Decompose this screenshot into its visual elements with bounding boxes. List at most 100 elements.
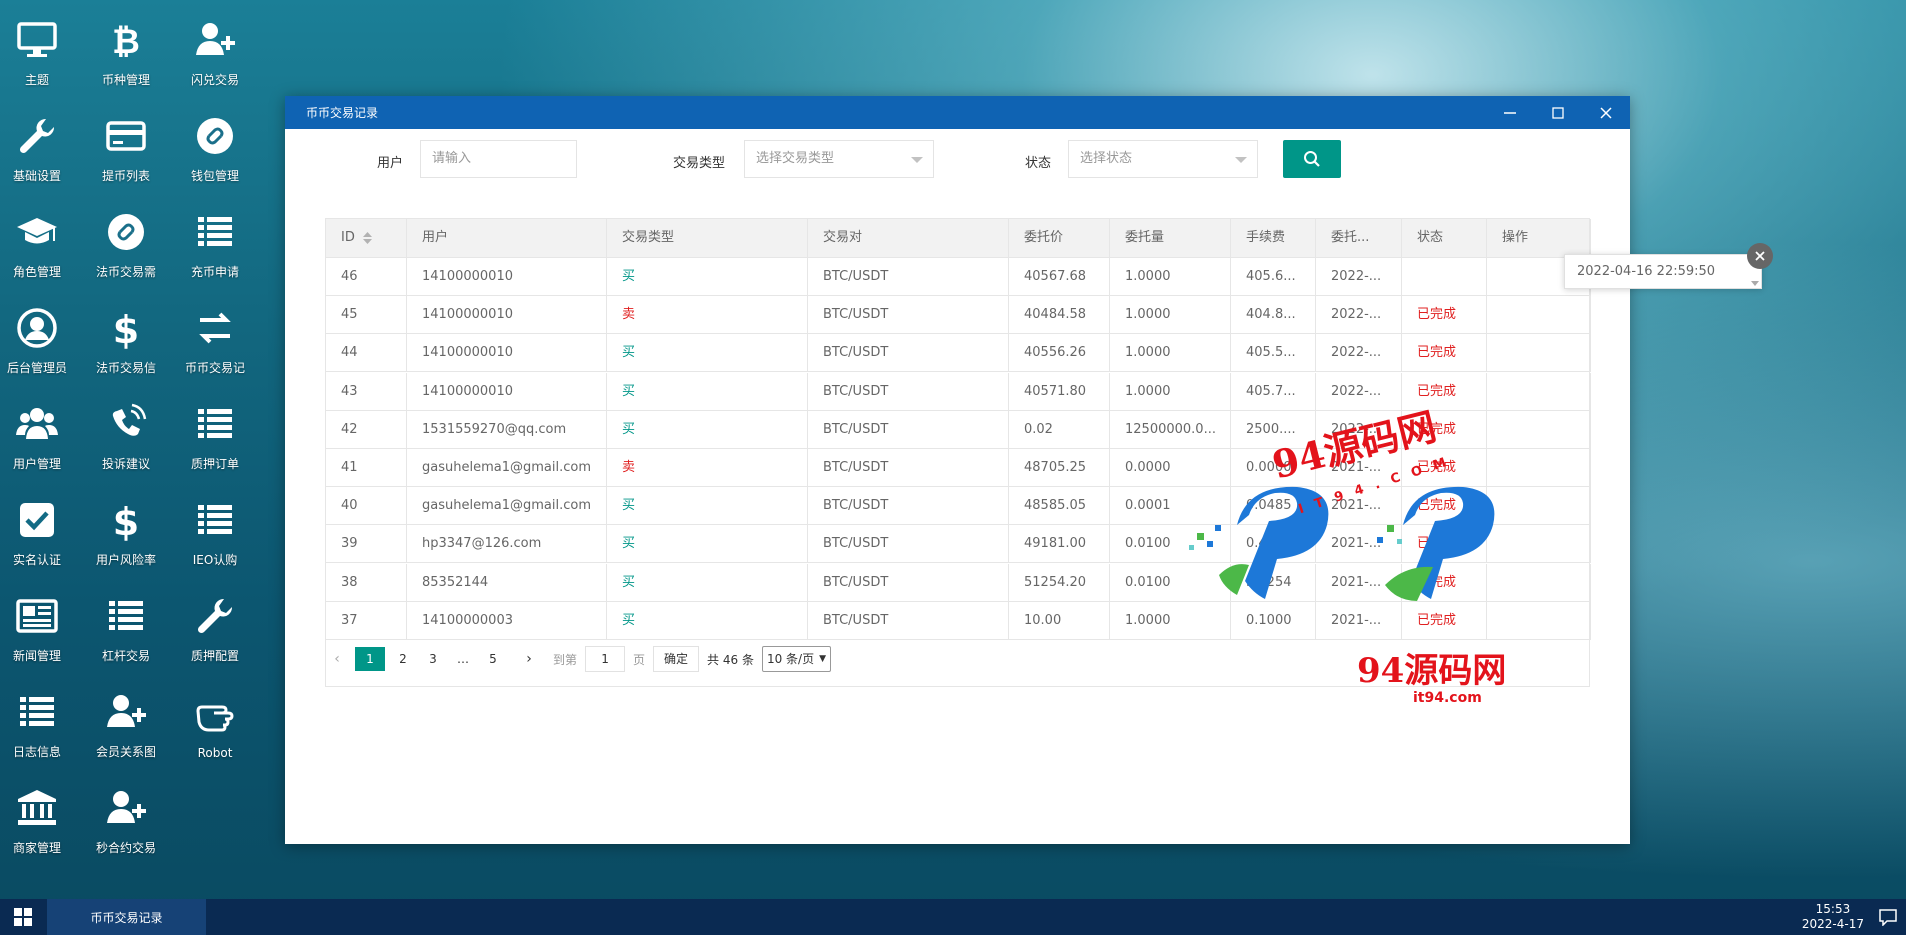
desktop-icon[interactable]: 法币交易需 — [81, 190, 171, 280]
notification-icon[interactable] — [1878, 908, 1898, 926]
page-unit-label: 页 — [633, 652, 646, 667]
next-page-button[interactable]: › — [517, 647, 541, 671]
cell-fee: 5.1254 — [1231, 563, 1316, 602]
wrench-icon — [13, 114, 61, 158]
scroll-down-icon[interactable] — [1751, 281, 1759, 286]
cell-user: 85352144 — [407, 563, 607, 602]
user-plus-icon — [102, 786, 150, 830]
goto-page-input[interactable]: 1 — [585, 646, 626, 672]
cell-id: 39 — [326, 525, 407, 564]
desktop-icon[interactable]: 闪兑交易 — [170, 0, 260, 88]
cell-user: hp3347@126.com — [407, 525, 607, 564]
trade-type-select[interactable]: 选择交易类型 — [744, 140, 934, 178]
table-row[interactable]: 46 14100000010 买 BTC/USDT 40567.68 1.0000 405.… — [326, 258, 1591, 296]
dollar-icon: $ — [102, 306, 150, 350]
type-select-placeholder: 选择交易类型 — [756, 151, 835, 166]
desktop-icon[interactable]: Robot — [170, 670, 260, 760]
page-number-button[interactable]: 2 — [391, 647, 415, 671]
start-button[interactable] — [0, 899, 46, 935]
list-icon — [191, 210, 239, 254]
status-select-placeholder: 选择状态 — [1080, 151, 1133, 166]
link-circle-icon — [102, 210, 150, 254]
table-row[interactable]: 42 1531559270@qq.com 买 BTC/USDT 0.02 12500000… — [326, 410, 1591, 449]
cell-price: 49181.00 — [1009, 525, 1110, 564]
table-row[interactable]: 43 14100000010 买 BTC/USDT 40571.80 1.0000 405.… — [326, 372, 1591, 411]
desktop-icon[interactable]: 杠杆交易 — [81, 574, 171, 664]
desktop-icon[interactable]: $ 法币交易信 — [81, 286, 171, 376]
desktop-icon[interactable]: 投诉建议 — [81, 382, 171, 472]
desktop-icon-label: 用户风险率 — [95, 553, 156, 567]
cell-amount: 1.0000 — [1110, 296, 1231, 335]
desktop-icon-label: 闪兑交易 — [190, 73, 239, 87]
table-row[interactable]: 39 hp3347@126.com 买 BTC/USDT 49181.00 0.0100 0… — [326, 525, 1591, 564]
desktop-icon[interactable]: 币币交易记 — [170, 286, 260, 376]
column-header: 委托价 — [1009, 219, 1110, 258]
desktop-icon[interactable]: 充币申请 — [170, 190, 260, 280]
cell-type: 买 — [607, 487, 808, 526]
desktop-icon[interactable]: 提币列表 — [81, 94, 171, 184]
cell-op — [1487, 449, 1591, 487]
table-row[interactable]: 41 gasuhelema1@gmail.com 卖 BTC/USDT 48705.25… — [326, 449, 1591, 487]
page-number-button[interactable]: 1 — [355, 647, 385, 671]
cell-type: 买 — [607, 601, 808, 640]
desktop-icon[interactable]: IEO认购 — [170, 478, 260, 568]
cell-op — [1487, 372, 1591, 411]
desktop-icon[interactable]: ₿ 币种管理 — [81, 0, 171, 88]
status-select[interactable]: 选择状态 — [1068, 140, 1258, 178]
page-number-button[interactable]: 3 — [421, 647, 445, 671]
desktop-icon[interactable]: 日志信息 — [0, 670, 82, 760]
cell-type: 买 — [607, 563, 808, 602]
desktop-icon[interactable]: 质押配置 — [170, 574, 260, 664]
column-header: 交易类型 — [607, 219, 808, 258]
cell-fee: 405.7... — [1231, 372, 1316, 411]
desktop-icon[interactable]: $ 用户风险率 — [81, 478, 171, 568]
maximize-button[interactable] — [1534, 96, 1582, 129]
taskbar-item-trade-records[interactable]: 币币交易记录 — [47, 899, 206, 935]
table-row[interactable]: 40 gasuhelema1@gmail.com 买 BTC/USDT 48585.05… — [326, 487, 1591, 526]
tooltip-close-button[interactable] — [1747, 243, 1773, 269]
cell-price: 40567.68 — [1009, 258, 1110, 296]
page-numbers: 1 2 3 … 5 — [355, 647, 511, 671]
desktop-icon[interactable]: 会员关系图 — [81, 670, 171, 760]
page-size-value: 10 条/页 — [766, 652, 815, 666]
user-search-input[interactable]: 请输入 — [420, 140, 577, 178]
desktop-icon[interactable]: 后台管理员 — [0, 286, 82, 376]
desktop-icon[interactable]: 用户管理 — [0, 382, 82, 472]
table-row[interactable]: 38 85352144 买 BTC/USDT 51254.20 0.0100 5.1254 2… — [326, 563, 1591, 602]
cell-pair: BTC/USDT — [808, 296, 1009, 335]
page-number-button[interactable]: 5 — [481, 647, 505, 671]
exchange-icon — [191, 306, 239, 350]
window-titlebar[interactable]: 币币交易记录 — [285, 96, 1630, 129]
sort-icon[interactable] — [362, 231, 372, 244]
desktop-icon[interactable]: 钱包管理 — [170, 94, 260, 184]
cell-status: 已完成 — [1402, 525, 1487, 564]
minimize-button[interactable] — [1486, 96, 1534, 129]
cell-user: 14100000010 — [407, 334, 607, 373]
desktop-icon[interactable]: 角色管理 — [0, 190, 82, 280]
system-clock[interactable]: 15:53 2022-4-17 — [1802, 902, 1864, 932]
table-row[interactable]: 44 14100000010 买 BTC/USDT 40556.26 1.0000 405.… — [326, 334, 1591, 373]
cell-time: 2021-... — [1316, 601, 1402, 640]
column-header: 操作 — [1487, 219, 1591, 258]
desktop-icon[interactable]: 商家管理 — [0, 766, 82, 856]
window-title: 币币交易记录 — [306, 106, 379, 120]
desktop-icon-label: 主题 — [24, 73, 49, 87]
column-header[interactable]: ID — [326, 219, 407, 258]
table-row[interactable]: 37 14100000003 买 BTC/USDT 10.00 1.0000 0.1000 2… — [326, 601, 1591, 640]
prev-page-button[interactable]: ‹ — [325, 647, 349, 671]
table-row[interactable]: 45 14100000010 卖 BTC/USDT 40484.58 1.0000 404.… — [326, 296, 1591, 335]
desktop-icon[interactable]: 主题 — [0, 0, 82, 88]
desktop-icon[interactable]: 新闻管理 — [0, 574, 82, 664]
goto-confirm-button[interactable]: 确定 — [653, 646, 700, 672]
desktop-icon[interactable]: 实名认证 — [0, 478, 82, 568]
cell-time: 2021-... — [1316, 487, 1402, 526]
page-size-select[interactable]: 10 条/页 ▼ — [761, 646, 832, 672]
desktop-icon-label: 币币交易记 — [184, 361, 245, 375]
cell-status: 已完成 — [1402, 563, 1487, 602]
desktop-icon[interactable]: 基础设置 — [0, 94, 82, 184]
desktop-icon[interactable]: 秒合约交易 — [81, 766, 171, 856]
status-filter-label: 状态 — [1025, 156, 1052, 171]
close-button[interactable] — [1582, 96, 1630, 129]
desktop-icon[interactable]: 质押订单 — [170, 382, 260, 472]
search-button[interactable] — [1283, 140, 1341, 178]
